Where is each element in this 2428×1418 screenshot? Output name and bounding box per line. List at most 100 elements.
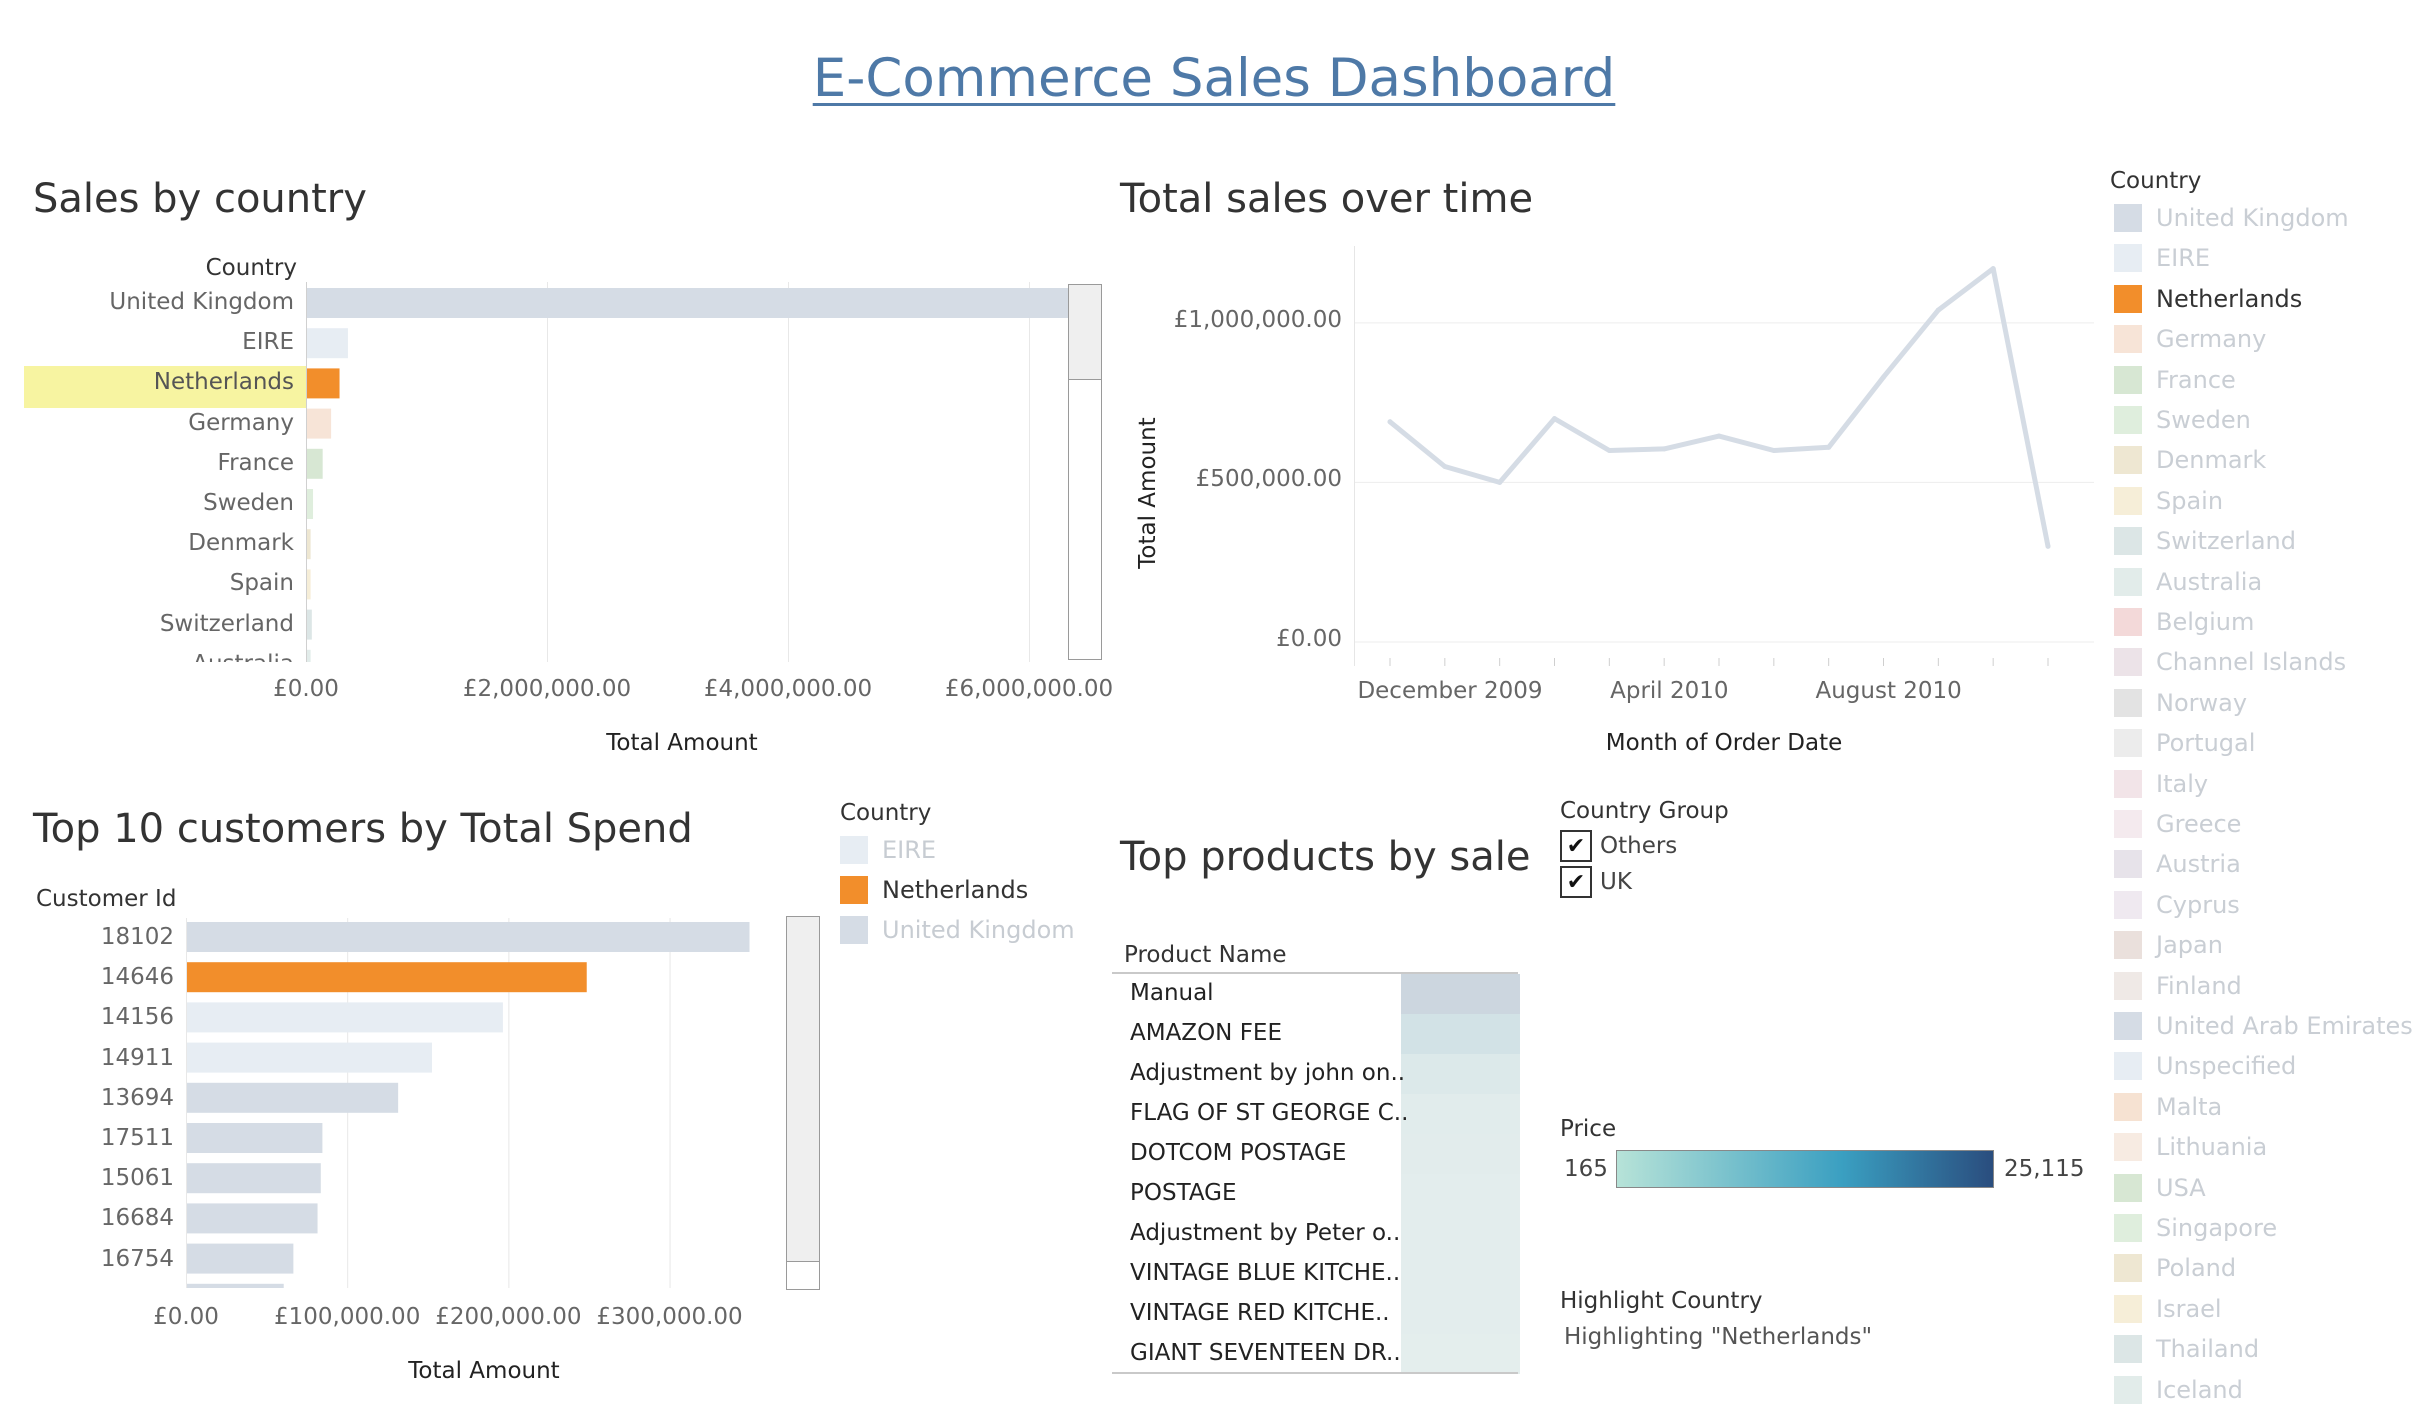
product-bottom-divider [1112,1372,1518,1374]
country-legend-item-channel-islands[interactable]: Channel Islands [2114,642,2346,682]
country-legend-item-italy[interactable]: Italy [2114,764,2208,804]
country-legend-label-norway: Norway [2156,688,2248,717]
country-legend-item-belgium[interactable]: Belgium [2114,602,2254,642]
country-legend-item-poland[interactable]: Poland [2114,1248,2236,1288]
country-legend-item-norway[interactable]: Norway [2114,683,2247,723]
country-label-switzerland[interactable]: Switzerland [0,611,294,637]
customer-label-17511[interactable]: 17511 [0,1125,174,1151]
country-legend-item-denmark[interactable]: Denmark [2114,440,2266,480]
country-label-netherlands[interactable]: Netherlands [0,369,294,395]
customer-id-column-header[interactable]: Customer Id [36,886,176,912]
sales-point-1 [1442,463,1448,469]
country-legend-item-lithuania[interactable]: Lithuania [2114,1127,2267,1167]
country-legend-item-netherlands[interactable]: Netherlands [2114,279,2302,319]
product-row-3[interactable]: FLAG OF ST GEORGE C.. [1118,1094,1520,1134]
country-label-spain[interactable]: Spain [0,570,294,596]
product-row-4[interactable]: DOTCOM POSTAGE [1118,1134,1520,1174]
checkbox-others[interactable]: ✔ [1560,830,1592,862]
country-legend-item-portugal[interactable]: Portugal [2114,723,2255,763]
country-legend-item-finland[interactable]: Finland [2114,966,2242,1006]
product-name-9: GIANT SEVENTEEN DR.. [1130,1340,1401,1366]
product-row-6[interactable]: Adjustment by Peter o.. [1118,1214,1520,1254]
country-legend-item-sweden[interactable]: Sweden [2114,400,2251,440]
country-label-eire[interactable]: EIRE [0,329,294,355]
time-x-tick-1: April 2010 [1610,678,1729,704]
customer-bar-15061 [187,1163,321,1194]
customer-legend-item-united-kingdom[interactable]: United Kingdom [840,910,1075,950]
product-row-9[interactable]: GIANT SEVENTEEN DR.. [1118,1334,1520,1374]
country-legend-item-usa[interactable]: USA [2114,1168,2206,1208]
country-legend-item-greece[interactable]: Greece [2114,804,2241,844]
country-label-united-kingdom[interactable]: United Kingdom [0,289,294,315]
customer-scrollbar[interactable] [786,916,820,1290]
time-y-tick-2: £0.00 [1276,626,1342,652]
country-legend-item-germany[interactable]: Germany [2114,319,2266,359]
country-legend-item-singapore[interactable]: Singapore [2114,1208,2277,1248]
product-name-2: Adjustment by john on.. [1130,1060,1406,1086]
country-legend-item-spain[interactable]: Spain [2114,481,2223,521]
country-bar-spain [307,569,311,600]
country-legend-item-eire[interactable]: EIRE [2114,238,2210,278]
customer-label-14646[interactable]: 14646 [0,964,174,990]
product-row-8[interactable]: VINTAGE RED KITCHE.. [1118,1294,1520,1334]
country-legend-item-australia[interactable]: Australia [2114,562,2262,602]
customer-label-18102[interactable]: 18102 [0,924,174,950]
customer-label-14911[interactable]: 14911 [0,1045,174,1071]
country-legend-label-austria: Austria [2156,850,2241,879]
country-legend-label-singapore: Singapore [2156,1214,2278,1242]
country-legend-item-switzerland[interactable]: Switzerland [2114,521,2296,561]
country-legend-item-cyprus[interactable]: Cyprus [2114,885,2240,925]
country-legend-item-israel[interactable]: Israel [2114,1289,2222,1329]
dashboard-title[interactable]: E-Commerce Sales Dashboard [0,48,2428,109]
country-legend-item-unspecified[interactable]: Unspecified [2114,1046,2296,1086]
product-row-0[interactable]: Manual [1118,974,1520,1014]
country-legend-item-malta[interactable]: Malta [2114,1087,2222,1127]
country-bar-united-kingdom [307,288,1070,318]
customer-label-16684[interactable]: 16684 [0,1205,174,1231]
highlight-country-input[interactable]: Highlighting "Netherlands" [1564,1324,1872,1350]
customer-legend-item-netherlands[interactable]: Netherlands [840,870,1028,910]
product-name-3: FLAG OF ST GEORGE C.. [1130,1100,1409,1126]
country-label-denmark[interactable]: Denmark [0,530,294,556]
customer-bar-16754 [187,1243,294,1274]
customer-label-15061[interactable]: 15061 [0,1165,174,1191]
product-name-column-header[interactable]: Product Name [1124,942,1287,968]
country-legend-swatch-israel [2114,1294,2142,1323]
customer-label-16754[interactable]: 16754 [0,1246,174,1272]
country-legend-label-greece: Greece [2156,810,2242,838]
country-legend-swatch-united-arab-emirates [2114,1012,2142,1040]
customer-scrollbar-thumb[interactable] [787,917,819,1262]
country-legend-item-austria[interactable]: Austria [2114,844,2241,884]
sales-point-5 [1661,446,1667,452]
country-legend-swatch-germany [2114,325,2142,354]
country-legend-item-iceland[interactable]: Iceland [2114,1370,2243,1410]
country-label-germany[interactable]: Germany [0,410,294,436]
product-row-1[interactable]: AMAZON FEE [1118,1014,1520,1054]
price-min-label: 165 [1564,1156,1608,1182]
product-row-7[interactable]: VINTAGE BLUE KITCHE.. [1118,1254,1520,1294]
country-column-header[interactable]: Country [100,255,297,281]
customer-label-13694[interactable]: 13694 [0,1085,174,1111]
customer-legend-item-eire[interactable]: EIRE [840,830,936,870]
product-row-2[interactable]: Adjustment by john on.. [1118,1054,1520,1094]
country-group-option-uk[interactable]: ✔ UK [1560,866,1632,898]
product-name-0: Manual [1130,980,1214,1006]
country-group-option-others[interactable]: ✔ Others [1560,830,1677,862]
country-label-australia[interactable]: Australia [0,651,294,662]
customer-label-14156[interactable]: 14156 [0,1004,174,1030]
country-legend-swatch-sweden [2114,406,2142,434]
country-legend-item-united-kingdom[interactable]: United Kingdom [2114,198,2349,238]
customer-label-17949[interactable]: 17949 [0,1286,174,1288]
country-label-france[interactable]: France [0,450,294,476]
country-legend-item-thailand[interactable]: Thailand [2114,1329,2259,1369]
sales-point-2 [1497,479,1503,485]
country-legend-item-united-arab-emirates[interactable]: United Arab Emirates [2114,1006,2413,1046]
checkbox-uk[interactable]: ✔ [1560,866,1592,898]
country-x-axis-title: Total Amount [606,730,758,756]
sales-over-time-title: Total sales over time [1120,176,1534,222]
product-row-5[interactable]: POSTAGE [1118,1174,1520,1214]
country-legend-item-japan[interactable]: Japan [2114,925,2223,965]
country-label-sweden[interactable]: Sweden [0,490,294,516]
customer-bar-viewport [186,918,790,1288]
country-legend-item-france[interactable]: France [2114,360,2236,400]
